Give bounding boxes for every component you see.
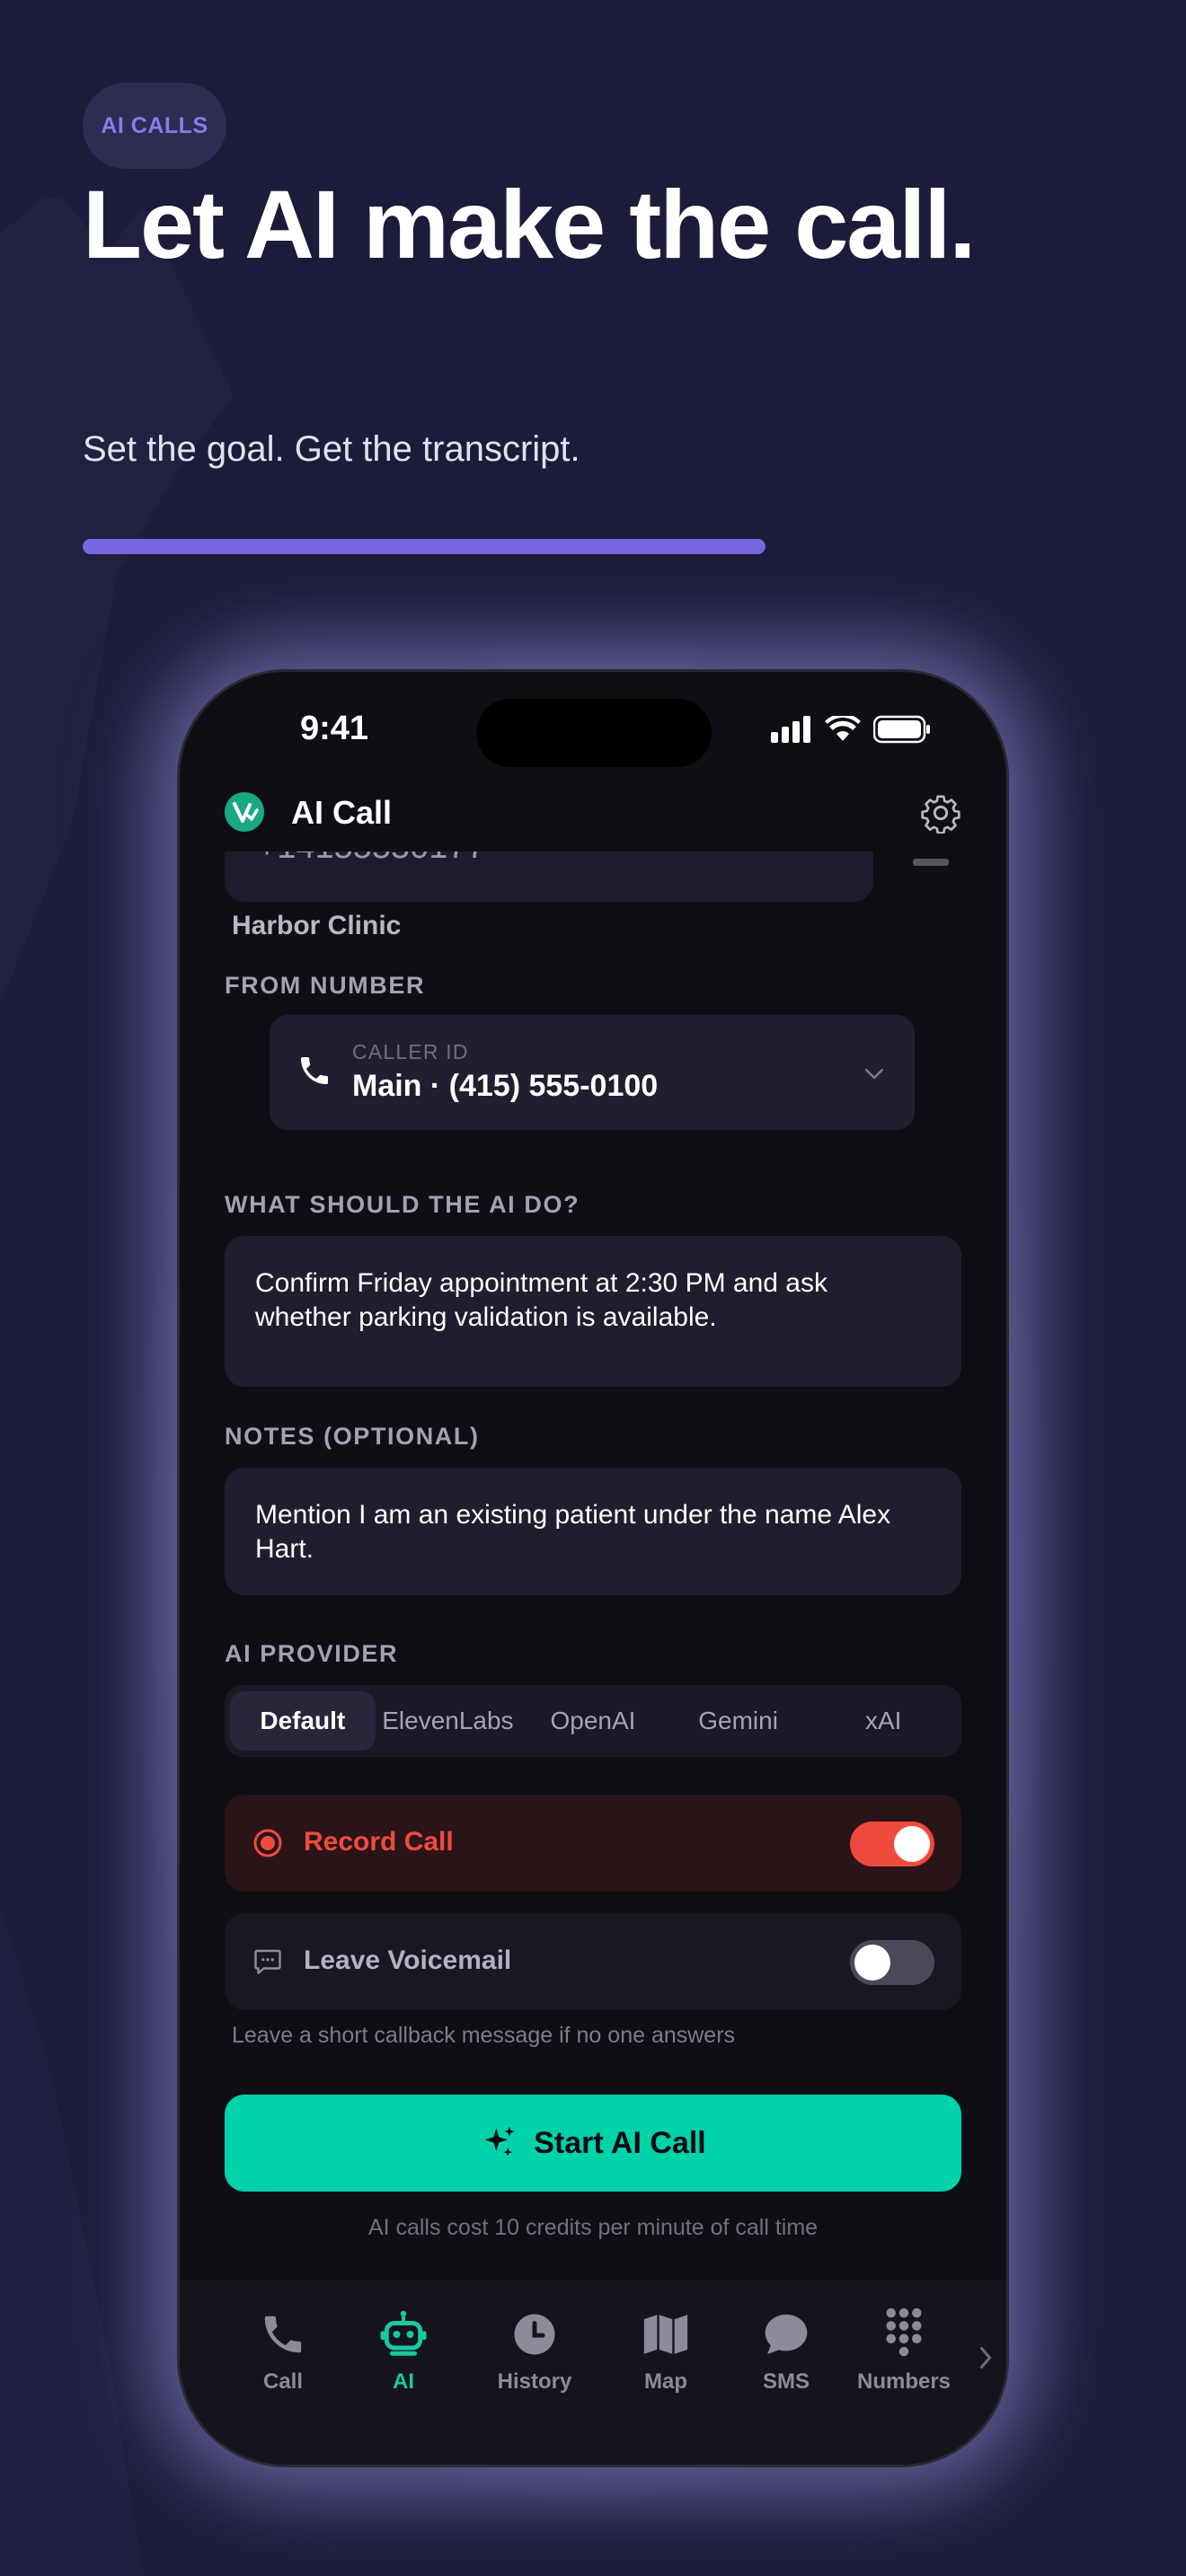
tab-history-label: History [497,2369,572,2394]
notes-input[interactable]: Mention I am an existing patient under t… [225,1468,961,1595]
app-logo-icon [225,792,264,832]
cost-note: AI calls cost 10 credits per minute of c… [367,2215,819,2240]
contact-name: Harbor Clinic [232,911,402,940]
dynamic-island [476,699,712,767]
clock-icon [514,2314,555,2355]
tab-ai[interactable]: AI [345,2307,462,2395]
section-badge: AI CALLS [83,83,226,169]
tab-call-label: Call [262,2369,303,2394]
signal-icon [771,716,810,743]
tab-numbers[interactable]: Numbers [850,2307,958,2395]
notes-label: NOTES (OPTIONAL) [225,1423,480,1450]
gear-icon[interactable] [920,792,961,834]
tab-ai-label: AI [393,2369,414,2394]
message-icon [254,1949,281,1974]
record-call-toggle[interactable] [850,1822,934,1866]
hero-headline: Let AI make the call. [83,170,976,278]
provider-option-gemini[interactable]: Gemini [666,1691,811,1751]
sparkle-icon [484,2126,515,2157]
tab-numbers-label: Numbers [856,2369,951,2394]
toggle-knob [894,1826,930,1862]
record-icon [253,1829,282,1857]
start-ai-call-label: Start AI Call [534,2125,706,2160]
page-title: AI Call [291,794,393,831]
voicemail-label: Leave Voicemail [304,1945,512,1975]
caller-id-label: CALLER ID [352,1040,469,1063]
wifi-icon [825,716,861,741]
app-header: AI Call [180,771,1006,851]
record-call-row: Record Call [225,1795,961,1892]
provider-option-elevenlabs[interactable]: ElevenLabs [376,1691,521,1751]
scroll-indicator[interactable] [913,859,949,866]
tab-map[interactable]: Map [607,2307,724,2395]
tab-sms[interactable]: SMS [728,2307,845,2395]
phone-icon [301,1057,328,1084]
provider-option-xai[interactable]: xAI [810,1691,956,1751]
from-number-label: FROM NUMBER [225,972,426,999]
status-time: 9:41 [300,710,369,747]
phone-frame: 9:41 +14155550177 AI Call [180,672,1006,2465]
chevron-down-icon [865,1069,883,1080]
provider-option-default[interactable]: Default [230,1691,376,1751]
chevron-right-icon[interactable] [976,2344,996,2371]
phone-icon [264,2316,302,2353]
voicemail-helper-text: Leave a short callback message if no one… [232,2023,736,2048]
goal-input[interactable]: Confirm Friday appointment at 2:30 PM an… [225,1236,961,1387]
robot-icon [380,2310,427,2356]
keypad-icon [886,2307,922,2357]
caller-id-value: Main · (415) 555-0100 [352,1069,659,1103]
toggle-knob [854,1945,890,1981]
start-ai-call-button[interactable]: Start AI Call [225,2095,961,2192]
battery-icon [873,715,930,744]
record-call-label: Record Call [304,1827,454,1857]
goal-label: WHAT SHOULD THE AI DO? [225,1191,580,1218]
voicemail-toggle[interactable] [850,1940,934,1985]
tab-map-label: Map [644,2369,687,2394]
accent-bar [83,539,766,554]
tab-history[interactable]: History [476,2307,593,2395]
tab-call[interactable]: Call [225,2307,341,2395]
provider-label: AI PROVIDER [225,1640,399,1667]
tab-bar: Call AI History Map SMS Numbers [180,2280,1006,2465]
hero-subheadline: Set the goal. Get the transcript. [83,429,580,469]
voicemail-row: Leave Voicemail [225,1913,961,2010]
chat-bubble-icon [765,2314,808,2355]
map-icon [643,2315,688,2354]
provider-option-openai[interactable]: OpenAI [520,1691,666,1751]
from-number-select[interactable]: CALLER ID Main · (415) 555-0100 [270,1015,915,1130]
provider-segmented-control: Default ElevenLabs OpenAI Gemini xAI [225,1685,961,1757]
status-icons [771,715,931,744]
tab-sms-label: SMS [762,2369,810,2394]
